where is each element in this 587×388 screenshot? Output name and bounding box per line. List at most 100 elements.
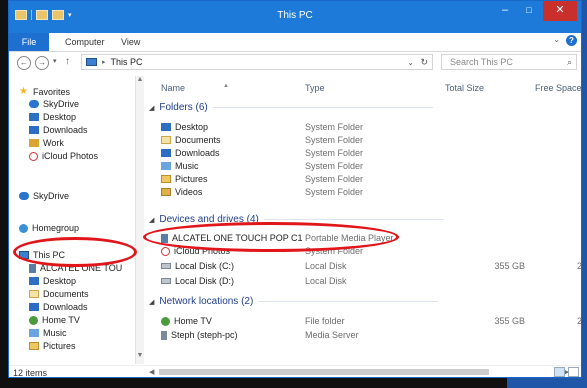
maximize-button[interactable]: □ [517,1,541,21]
collapse-icon[interactable]: ◢ [149,104,154,112]
column-label: Name [161,83,186,93]
breadcrumb-separator-icon[interactable]: ▸ [102,58,106,66]
list-item[interactable]: Local Disk (C:) Local Disk 355 GB 2 [145,261,582,273]
close-button[interactable]: ✕ [543,1,577,21]
nav-fav-icloud[interactable]: iCloud Photos [29,150,98,162]
group-network[interactable]: ◢ Network locations (2) [149,296,439,307]
nav-label: Home TV [42,315,80,325]
nav-pc-pictures[interactable]: Pictures [29,340,76,352]
scroll-up-icon[interactable]: ▲ [136,76,144,83]
scroll-left-icon[interactable]: ◀ [149,368,154,376]
search-icon[interactable]: ⌕ [567,55,572,69]
item-type: System Folder [305,135,364,145]
ribbon-tabs: File Computer View ⌄ ? [9,33,581,52]
item-total-size: 355 GB [494,261,525,271]
videos-icon [161,188,171,196]
list-item[interactable]: Local Disk (D:) Local Disk [145,276,581,288]
scroll-down-icon[interactable]: ▼ [136,352,144,359]
search-input[interactable]: Search This PC ⌕ [441,54,577,70]
nav-homegroup[interactable]: Homegroup [19,222,79,234]
title-bar[interactable]: ▾ This PC – □ ✕ [9,1,581,33]
recent-locations-icon[interactable]: ▾ [53,57,57,65]
column-header-type[interactable]: Type [305,83,325,93]
item-name: Local Disk (C:) [175,261,235,271]
group-folders[interactable]: ◢ Folders (6) [149,102,433,113]
tab-computer[interactable]: Computer [65,33,105,51]
tiles-view-icon[interactable] [568,367,579,377]
scroll-thumb[interactable] [159,369,489,375]
homegroup-icon [19,223,28,233]
nav-skydrive[interactable]: SkyDrive [19,190,69,202]
forward-button[interactable]: → [35,56,49,70]
tab-file[interactable]: File [9,33,49,51]
address-row: ← → ▾ ↑ ▸ This PC ⌄ ↻ Search This PC ⌕ [9,52,581,74]
list-item[interactable]: Desktop System Folder [145,122,581,134]
nav-favorites-label: Favorites [33,87,71,97]
desktop-icon [29,113,39,121]
back-button[interactable]: ← [17,56,31,70]
icloud-icon [161,246,170,256]
group-divider [263,219,444,220]
details-view-icon[interactable] [554,367,565,377]
expand-ribbon-icon[interactable]: ⌄ [553,35,560,46]
skydrive-icon [19,192,29,200]
group-label: Folders (6) [159,102,208,113]
horizontal-scrollbar[interactable]: ◀ ▶ [149,368,569,376]
up-button[interactable]: ↑ [65,56,70,67]
item-name: Documents [175,135,221,145]
refresh-icon[interactable]: ↻ [420,57,428,68]
nav-fav-downloads[interactable]: Downloads [29,124,88,136]
annotation-circle-alcatel [143,222,399,252]
nav-fav-desktop[interactable]: Desktop [29,111,76,123]
nav-pane-scrollbar[interactable]: ▲ ▼ [135,76,144,364]
nav-label: iCloud Photos [42,151,99,161]
help-icon[interactable]: ? [566,35,577,46]
item-type: System Folder [305,161,364,171]
navigation-pane[interactable]: ★ Favorites SkyDrive Desktop Downloads W… [9,76,135,364]
list-item[interactable]: Pictures System Folder [145,174,581,186]
nav-fav-work[interactable]: Work [29,137,64,149]
pictures-icon [161,175,171,183]
nav-pc-documents[interactable]: Documents [29,288,89,300]
nav-favorites[interactable]: ★ Favorites [19,86,70,98]
column-header-name[interactable]: Name ▲ [161,83,229,93]
item-name: Local Disk (D:) [175,276,235,286]
breadcrumb-this-pc[interactable]: This PC [111,57,143,67]
list-item[interactable]: Downloads System Folder [145,148,581,160]
documents-icon [29,290,39,298]
downloads-icon [161,149,171,157]
music-icon [161,162,171,170]
content-pane[interactable]: Name ▲ Type Total Size Free Space ◢ Fold… [145,76,582,364]
minimize-button[interactable]: – [493,1,517,21]
nav-pc-hometv[interactable]: Home TV [29,314,80,326]
column-header-total-size[interactable]: Total Size [445,83,484,93]
list-item[interactable]: Home TV File folder 355 GB 2 [145,316,581,328]
tab-view[interactable]: View [121,33,140,51]
nav-pc-downloads[interactable]: Downloads [29,301,88,313]
address-dropdown-icon[interactable]: ⌄ [407,58,414,67]
item-type: System Folder [305,187,364,197]
nav-label: Documents [43,289,89,299]
music-icon [29,329,39,337]
item-name: Music [175,161,199,171]
collapse-icon[interactable]: ◢ [149,216,154,224]
list-item[interactable]: Music System Folder [145,161,581,173]
explorer-window: ▾ This PC – □ ✕ File Computer View ⌄ ? ←… [8,0,582,378]
nav-label: Downloads [43,302,88,312]
item-free-space: 2 [577,261,582,271]
item-type: Local Disk [305,261,347,271]
address-bar[interactable]: ▸ This PC ⌄ ↻ [81,54,433,70]
list-item[interactable]: Steph (steph-pc) Media Server [145,330,581,342]
list-item[interactable]: Videos System Folder [145,187,581,199]
collapse-icon[interactable]: ◢ [149,298,154,306]
ribbon-controls: ⌄ ? [553,35,577,46]
nav-label: Pictures [43,341,76,351]
nav-pc-desktop[interactable]: Desktop [29,275,76,287]
desktop-icon [161,123,171,131]
column-header-free-space[interactable]: Free Space [535,83,581,93]
list-item[interactable]: Documents System Folder [145,135,581,147]
pictures-icon [29,342,39,350]
nav-pc-music[interactable]: Music [29,327,67,339]
nav-fav-skydrive[interactable]: SkyDrive [29,98,79,110]
item-name: Desktop [175,122,209,132]
